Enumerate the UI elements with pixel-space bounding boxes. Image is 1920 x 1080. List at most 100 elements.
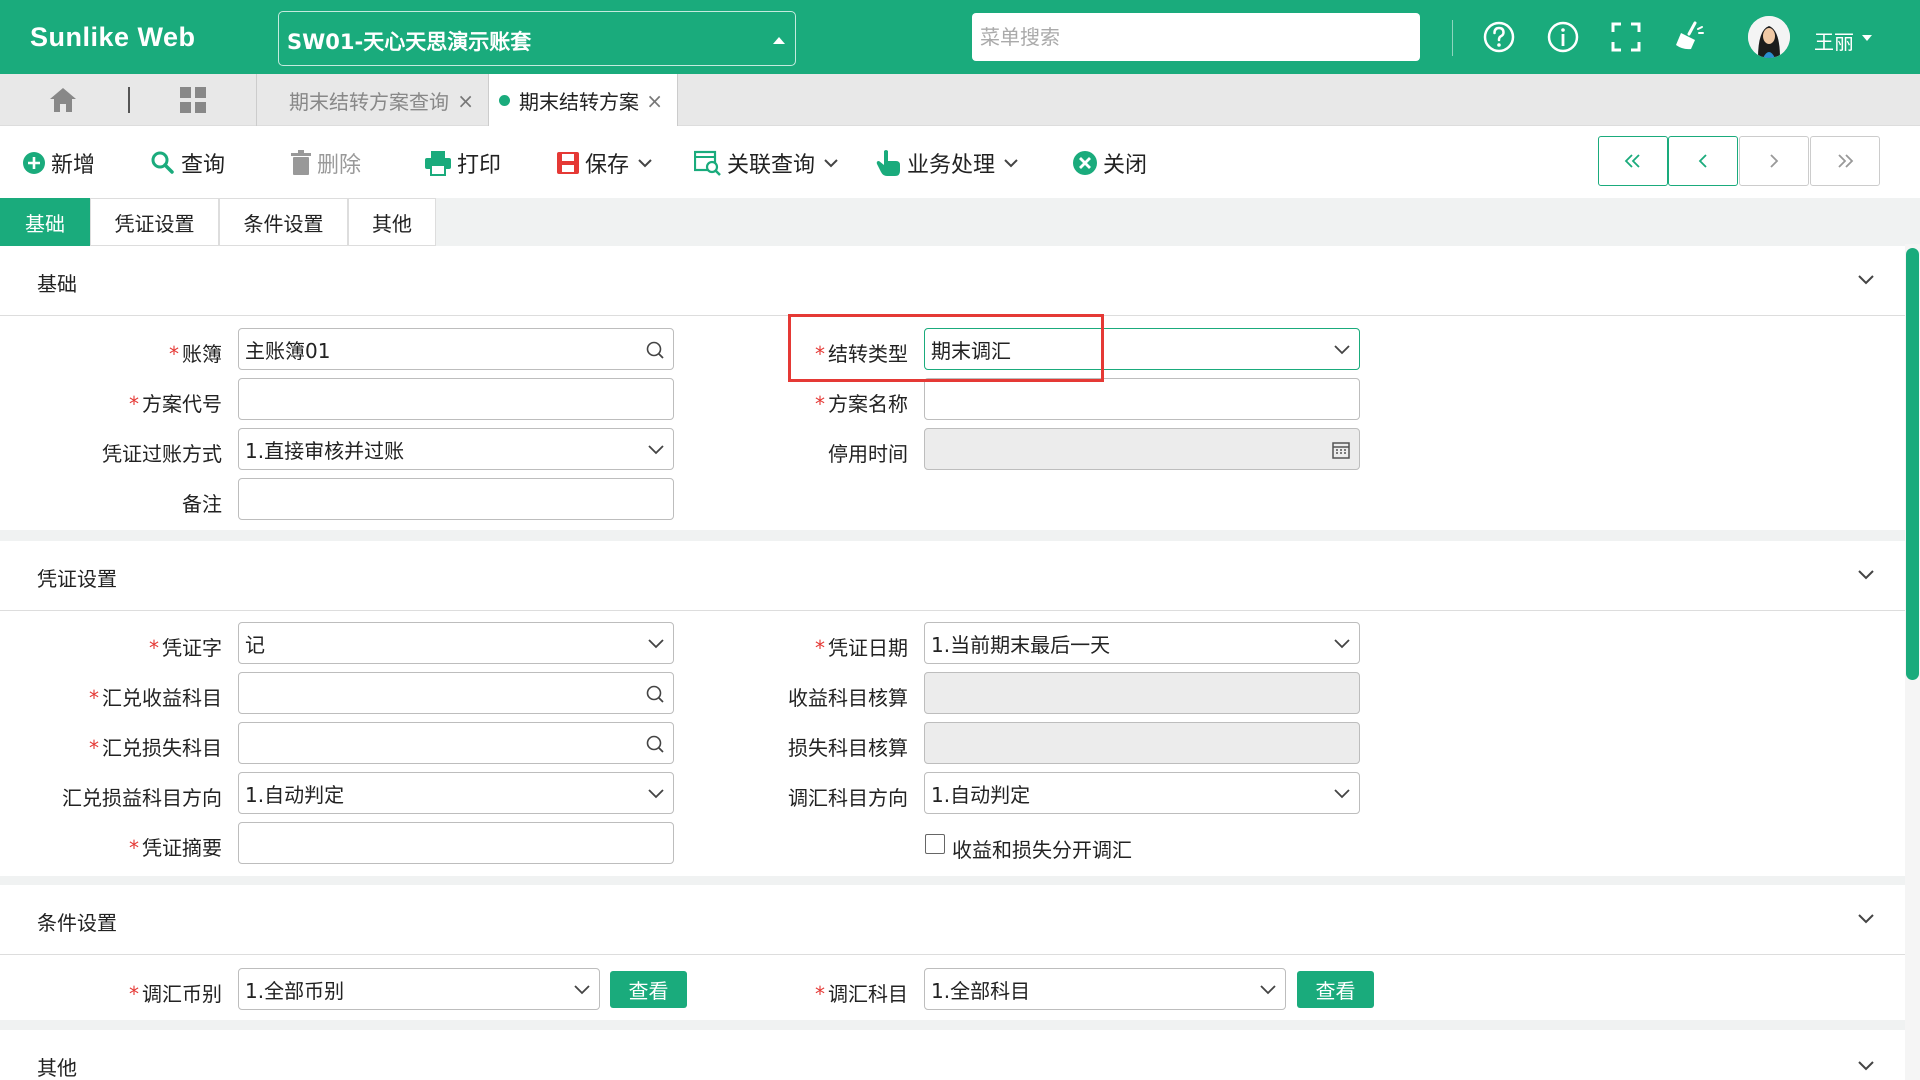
chevron-down-icon[interactable]	[1857, 1060, 1875, 1071]
required-mark: *	[129, 836, 139, 860]
label-text: 方案代号	[142, 392, 222, 416]
gain-loss-direction-select[interactable]: 1.自动判定	[238, 772, 674, 814]
chevron-down-icon[interactable]	[647, 788, 665, 799]
remark-field[interactable]	[238, 478, 674, 520]
related-query-button[interactable]: 关联查询	[694, 146, 844, 180]
exchange-loss-account-label: * 汇兑损失科目	[2, 732, 222, 761]
required-mark: *	[815, 392, 825, 416]
chevron-right-icon	[1770, 154, 1779, 168]
separate-adjust-label[interactable]: 收益和损失分开调汇	[952, 834, 1132, 863]
search-icon[interactable]	[645, 734, 665, 754]
scrollbar-thumb[interactable]	[1906, 248, 1919, 680]
gain-loss-direction-label: 汇兑损益科目方向	[62, 786, 222, 810]
adjust-direction-select[interactable]: 1.自动判定	[924, 772, 1360, 814]
double-chevron-right-icon	[1838, 154, 1854, 168]
user-name[interactable]: 王丽	[1814, 26, 1854, 55]
tab-other[interactable]: 其他	[348, 198, 436, 246]
chevron-down-icon[interactable]	[1857, 274, 1875, 285]
view-currency-button[interactable]: 查看	[610, 971, 687, 1008]
chevron-down-icon[interactable]	[647, 638, 665, 649]
gain-accounting-field[interactable]	[924, 672, 1360, 714]
tab-closing-plan[interactable]: 期末结转方案 ×	[488, 74, 678, 126]
gain-loss-direction-value: 1.自动判定	[245, 782, 345, 807]
add-button-label: 新增	[51, 153, 96, 178]
chevron-down-icon[interactable]	[1333, 638, 1351, 649]
chevron-down-icon[interactable]	[637, 158, 653, 168]
voucher-word-select[interactable]: 记	[238, 622, 674, 664]
required-mark: *	[815, 982, 825, 1006]
next-record-button[interactable]	[1739, 136, 1809, 186]
caret-down-icon[interactable]	[1862, 35, 1872, 41]
chevron-down-icon[interactable]	[573, 984, 591, 995]
chevron-left-icon	[1698, 154, 1707, 168]
chevron-down-icon[interactable]	[1333, 788, 1351, 799]
printer-icon	[425, 151, 451, 176]
clear-cache-broom-icon[interactable]	[1669, 18, 1707, 56]
section-title: 其他	[37, 1056, 77, 1080]
chevron-down-icon[interactable]	[647, 444, 665, 455]
help-icon[interactable]	[1480, 18, 1518, 56]
close-icon[interactable]: ×	[646, 89, 663, 113]
home-icon[interactable]	[48, 86, 78, 114]
voucher-summary-field[interactable]	[238, 822, 674, 864]
adjust-account-select[interactable]: 1.全部科目	[924, 968, 1286, 1010]
account-set-select[interactable]: SW01-天心天思演示账套	[278, 11, 796, 66]
chevron-down-icon[interactable]	[1857, 913, 1875, 924]
section-condition-header[interactable]: 条件设置	[0, 885, 1905, 955]
tab-closing-plan-query[interactable]: 期末结转方案查询 ×	[256, 74, 488, 126]
first-record-button[interactable]	[1598, 136, 1668, 186]
transfer-type-value: 期末调汇	[931, 338, 1011, 363]
search-icon	[151, 151, 174, 174]
previous-record-button[interactable]	[1668, 136, 1738, 186]
posting-method-select[interactable]: 1.直接审核并过账	[238, 428, 674, 470]
plan-name-field[interactable]	[924, 378, 1360, 420]
last-record-button[interactable]	[1810, 136, 1880, 186]
related-query-icon	[694, 150, 721, 176]
voucher-date-select[interactable]: 1.当前期末最后一天	[924, 622, 1360, 664]
info-icon[interactable]	[1544, 18, 1582, 56]
label-text: 调汇科目	[828, 982, 908, 1006]
query-button[interactable]: 查询	[150, 146, 225, 180]
tab-basic[interactable]: 基础	[0, 198, 90, 246]
separate-adjust-checkbox[interactable]	[925, 834, 945, 854]
loss-accounting-field[interactable]	[924, 722, 1360, 764]
chevron-down-icon[interactable]	[823, 158, 839, 168]
section-other-header[interactable]: 其他	[0, 1030, 1905, 1080]
search-icon[interactable]	[645, 684, 665, 704]
apps-grid-icon[interactable]	[179, 86, 207, 114]
chevron-down-icon[interactable]	[1857, 569, 1875, 580]
delete-button[interactable]: 删除	[290, 146, 361, 180]
save-button[interactable]: 保存	[556, 146, 658, 180]
disable-time-field[interactable]	[924, 428, 1360, 470]
transfer-type-select[interactable]: 期末调汇	[924, 328, 1360, 370]
required-mark: *	[89, 736, 99, 760]
chevron-down-icon[interactable]	[1259, 984, 1277, 995]
add-button[interactable]: 新增	[22, 146, 95, 180]
ledger-value: 主账簿01	[245, 338, 331, 363]
fullscreen-icon[interactable]	[1607, 18, 1645, 56]
save-button-label: 保存	[585, 153, 630, 178]
tab-voucher-settings[interactable]: 凭证设置	[90, 198, 219, 246]
search-icon[interactable]	[645, 340, 665, 360]
ledger-field[interactable]: 主账簿01	[238, 328, 674, 370]
adjust-direction-value: 1.自动判定	[931, 782, 1031, 807]
exchange-loss-account-field[interactable]	[238, 722, 674, 764]
exchange-gain-account-field[interactable]	[238, 672, 674, 714]
chevron-down-icon[interactable]	[1333, 344, 1351, 355]
chevron-down-icon[interactable]	[1003, 158, 1019, 168]
business-process-button[interactable]: 业务处理	[876, 146, 1024, 180]
exchange-gain-account-label: * 汇兑收益科目	[2, 682, 222, 711]
tab-condition-settings[interactable]: 条件设置	[219, 198, 348, 246]
view-account-button[interactable]: 查看	[1297, 971, 1374, 1008]
avatar[interactable]	[1748, 16, 1790, 58]
section-basic-header[interactable]: 基础	[0, 246, 1905, 316]
adjust-currency-select[interactable]: 1.全部币别	[238, 968, 600, 1010]
print-button[interactable]: 打印	[424, 146, 501, 180]
plan-code-field[interactable]	[238, 378, 674, 420]
calendar-icon[interactable]	[1331, 440, 1351, 460]
menu-search-input[interactable]	[972, 13, 1420, 61]
section-voucher-header[interactable]: 凭证设置	[0, 541, 1905, 611]
close-icon[interactable]: ×	[457, 89, 474, 113]
close-circle-icon	[1073, 151, 1097, 175]
close-button[interactable]: 关闭	[1072, 146, 1147, 180]
